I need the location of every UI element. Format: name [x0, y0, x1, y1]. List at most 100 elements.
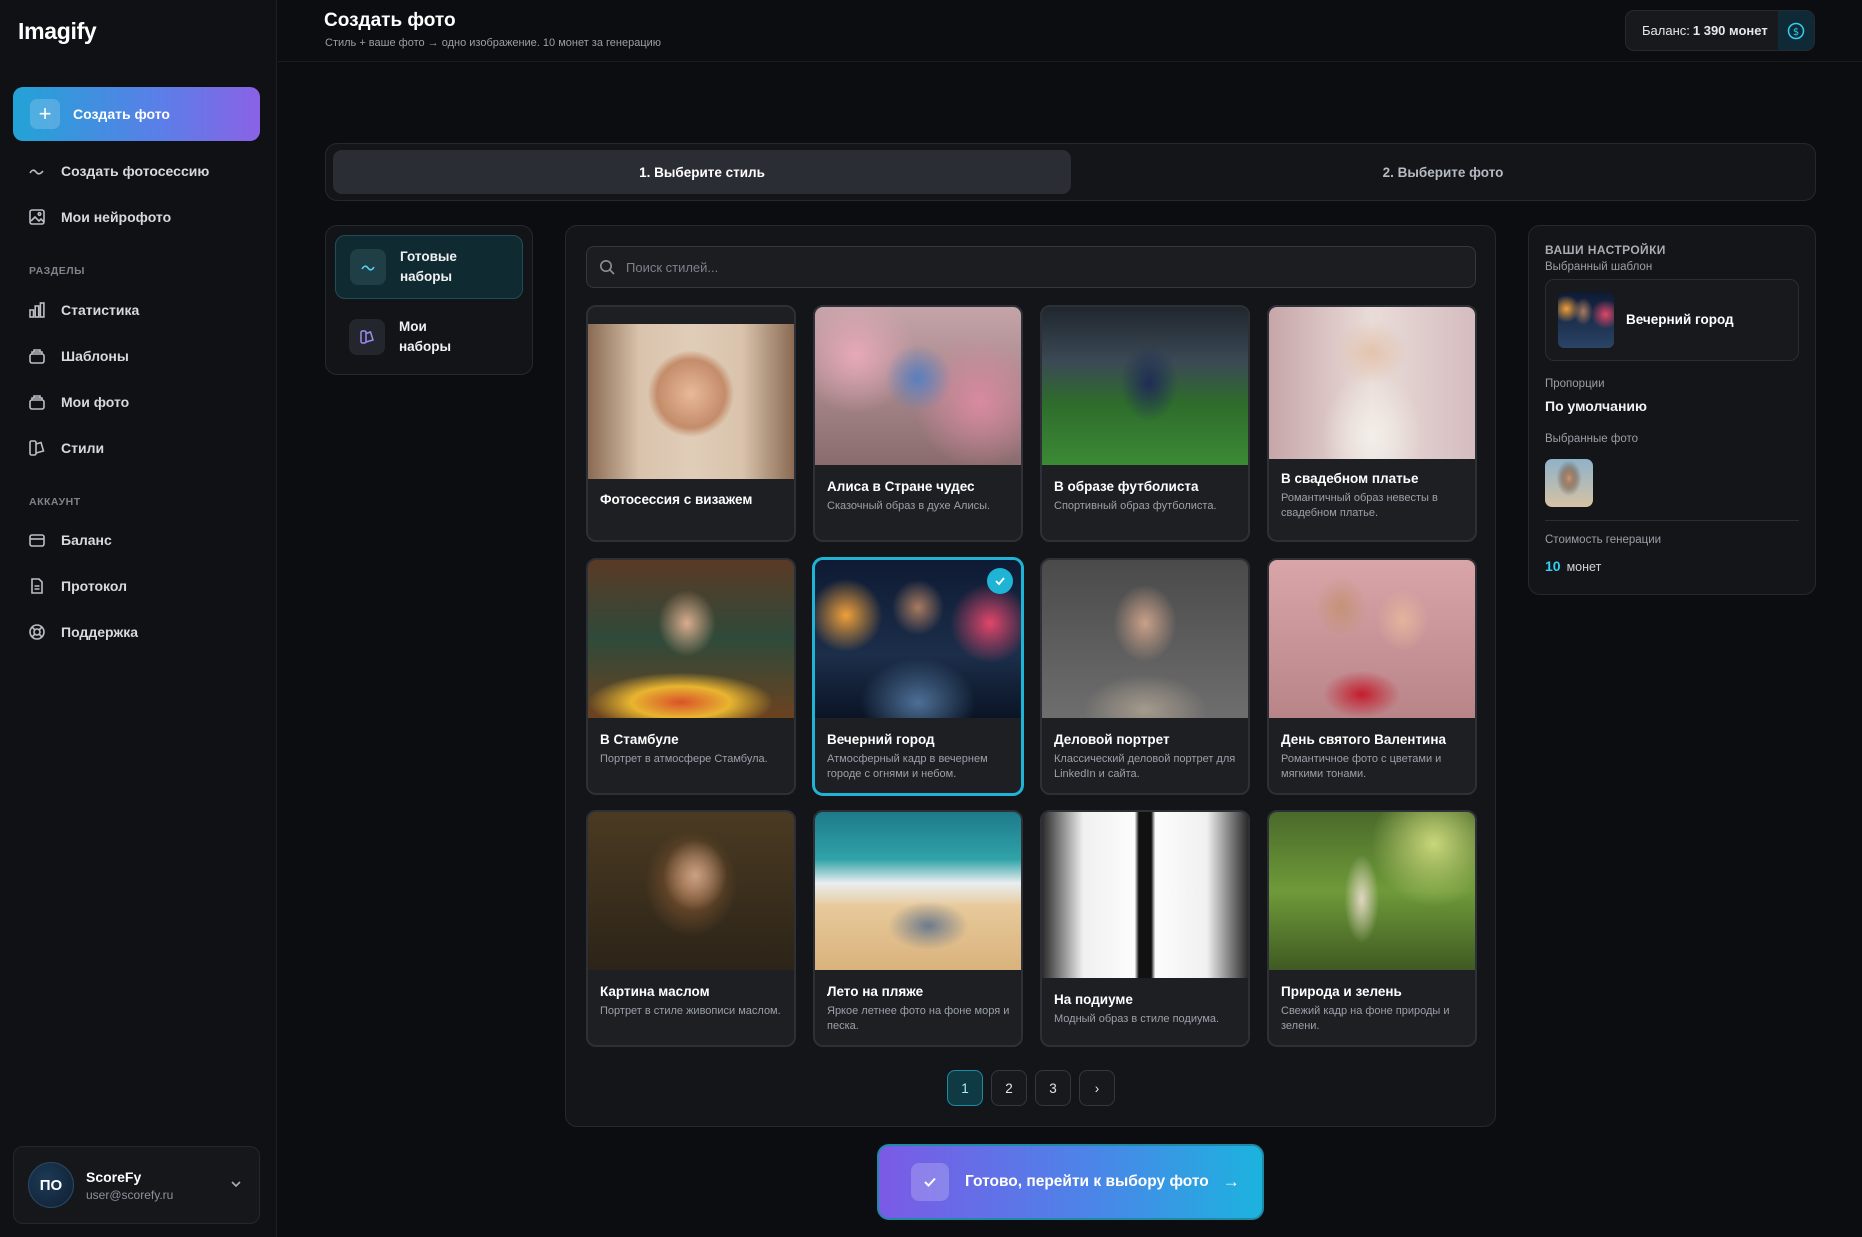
page-button-1[interactable]: 1 [947, 1070, 983, 1106]
balance-widget[interactable]: Баланс: 1 390 монет $ [1625, 10, 1815, 51]
style-thumbnail [1269, 560, 1475, 718]
photos-label: Выбранные фото [1545, 433, 1639, 445]
style-description: Яркое летнее фото на фоне моря и песка. [827, 1005, 1010, 1032]
style-title: В образе футболиста [1054, 479, 1199, 494]
style-description: Сказочный образ в духе Алисы. [827, 500, 991, 512]
page-subtitle: Стиль + ваше фото → одно изображение. 10… [325, 37, 662, 49]
sidebar-item-statistics[interactable]: Статистика [28, 297, 139, 323]
template-thumbnail [1558, 292, 1614, 348]
style-thumbnail [588, 812, 794, 970]
style-card[interactable]: В свадебном платье Романтичный образ неве… [1267, 305, 1477, 542]
sidebar-item-templates[interactable]: Шаблоны [28, 343, 129, 369]
create-photo-label: Создать фото [73, 106, 170, 122]
sidebar-item-label: Мои нейрофото [61, 209, 172, 225]
style-thumbnail [588, 324, 794, 479]
sidebar-item-support[interactable]: Поддержка [28, 619, 138, 645]
search-bar[interactable] [586, 246, 1476, 288]
lifebuoy-icon [29, 624, 45, 640]
sidebar-item-label: Статистика [61, 302, 140, 318]
sidebar-item-label: Мои фото [61, 394, 130, 410]
style-card[interactable]: Картина маслом Портрет в стиле живописи м… [586, 810, 796, 1047]
create-photo-button[interactable]: + Создать фото [13, 87, 260, 141]
user-email: user@scorefy.ru [86, 1187, 174, 1202]
continue-button[interactable]: Готово, перейти к выбору фото → [877, 1144, 1264, 1220]
next-page-button[interactable]: › [1079, 1070, 1115, 1106]
sidebar-item-protocol[interactable]: Протокол [28, 573, 127, 599]
stack-icon [29, 395, 45, 410]
template-name: Вечерний город [1626, 312, 1734, 327]
divider [1545, 520, 1799, 521]
app-logo[interactable]: Imagify [18, 18, 97, 45]
page-button-2[interactable]: 2 [991, 1070, 1027, 1106]
style-card[interactable]: Фотосессия с визажем [586, 305, 796, 542]
style-card[interactable]: В образе футболиста Спортивный образ футб… [1040, 305, 1250, 542]
sidebar-item-balance[interactable]: Баланс [28, 527, 112, 553]
generation-cost: 10 монет [1545, 558, 1601, 574]
selected-template[interactable]: Вечерний город [1545, 279, 1799, 361]
coin-icon: $ [1778, 11, 1814, 50]
tab-choose-photo[interactable]: 2. Выберите фото [1076, 150, 1810, 194]
sidebar-item-my-neurophoto[interactable]: Мои нейрофото [28, 204, 171, 230]
search-input[interactable] [626, 259, 1426, 275]
style-title: День святого Валентина [1281, 732, 1447, 747]
style-thumbnail [1042, 560, 1248, 718]
set-mine-label: Мои наборы [399, 319, 452, 354]
user-menu[interactable]: ПО ScoreFy user@scorefy.ru [13, 1146, 260, 1224]
ratio-value[interactable]: По умолчанию [1545, 398, 1647, 414]
sidebar-item-label: Стили [61, 440, 105, 456]
balance-value: 1 390 монет [1692, 23, 1768, 38]
style-thumbnail [815, 812, 1021, 970]
plus-icon: + [30, 99, 60, 129]
set-ready[interactable]: Готовые наборы [335, 235, 523, 299]
style-description: Портрет в стиле живописи маслом. [600, 1005, 781, 1017]
style-thumbnail [1042, 812, 1248, 978]
style-card[interactable]: Лето на пляже Яркое летнее фото на фоне м… [813, 810, 1023, 1047]
sidebar-item-label: Шаблоны [61, 348, 129, 364]
sidebar-item-my-photos[interactable]: Мои фото [28, 389, 129, 415]
style-description: Портрет в атмосфере Стамбула. [600, 753, 768, 765]
checkmark-icon [911, 1163, 949, 1201]
settings-heading: ВАШИ НАСТРОЙКИ [1545, 243, 1666, 257]
cost-unit: монет [1566, 560, 1602, 574]
selected-photo-thumbnail[interactable] [1545, 459, 1593, 507]
style-card[interactable]: Природа и зелень Свежий кадр на фоне прир… [1267, 810, 1477, 1047]
style-card[interactable]: В Стамбуле Портрет в атмосфере Стамбула. [586, 558, 796, 795]
style-card[interactable]: На подиуме Модный образ в стиле подиума. [1040, 810, 1250, 1047]
document-icon [31, 578, 43, 594]
image-icon [29, 209, 45, 225]
style-description: Свежий кадр на фоне природы и зелени. [1281, 1005, 1450, 1032]
wave-icon [29, 169, 44, 175]
style-description: Атмосферный кадр в вечернем городе с огн… [827, 753, 988, 780]
sidebar-item-label: Протокол [61, 578, 127, 594]
style-card-selected[interactable]: Вечерний город Атмосферный кадр в вечерне… [813, 558, 1023, 795]
checkmark-icon [987, 568, 1013, 594]
set-mine[interactable]: Мои наборы [335, 305, 523, 369]
style-title: В свадебном платье [1281, 471, 1419, 486]
style-title: Фотосессия с визажем [600, 492, 753, 507]
tab-choose-style[interactable]: 1. Выберите стиль [333, 150, 1071, 194]
palette-icon [29, 440, 45, 456]
wave-icon [350, 249, 386, 285]
svg-text:$: $ [1793, 27, 1799, 38]
style-grid-panel: Фотосессия с визажем Алиса в Стране чуде… [565, 225, 1496, 1127]
balance-label: Баланс: [1642, 23, 1690, 38]
sidebar-item-create-photoshoot[interactable]: Создать фотосессию [28, 158, 209, 184]
continue-label: Готово, перейти к выбору фото [965, 1173, 1209, 1190]
style-card[interactable]: День святого Валентина Романтичное фото с… [1267, 558, 1477, 795]
wallet-icon [29, 534, 45, 547]
style-title: Вечерний город [827, 732, 935, 747]
style-title: Природа и зелень [1281, 984, 1402, 999]
style-description: Модный образ в стиле подиума. [1054, 1013, 1220, 1025]
sidebar-item-styles[interactable]: Стили [28, 435, 104, 461]
style-description: Романтичный образ невесты в свадебном пл… [1281, 492, 1438, 519]
chart-icon [29, 302, 45, 318]
style-card[interactable]: Деловой портрет Классический деловой порт… [1040, 558, 1250, 795]
section-label-account: АККАУНТ [29, 496, 81, 508]
style-title: Картина маслом [600, 984, 710, 999]
style-title: Лето на пляже [827, 984, 924, 999]
page-button-3[interactable]: 3 [1035, 1070, 1071, 1106]
stack-icon [29, 349, 45, 364]
style-card[interactable]: Алиса в Стране чудес Сказочный образ в ду… [813, 305, 1023, 542]
style-description: Спортивный образ футболиста. [1054, 500, 1217, 512]
style-title: На подиуме [1054, 992, 1133, 1007]
